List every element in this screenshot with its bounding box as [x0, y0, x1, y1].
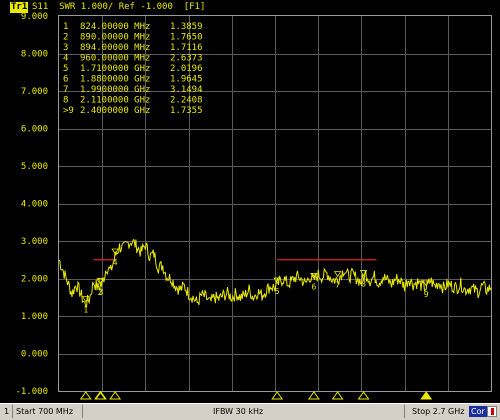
y-tick-label: 0.000 — [21, 350, 48, 360]
marker-table-freq-6: 1.8800000 GHz — [80, 75, 150, 85]
marker-table: 1 824.00000 MHz 1.3859 2 890.00000 MHz 1.7650… — [63, 22, 203, 116]
marker-table-value-9: 1.7355 — [170, 106, 203, 116]
marker-table-freq-8: 2.1100000 GHz — [80, 96, 150, 106]
channel-number[interactable]: 1 — [4, 404, 9, 419]
y-tick-label: 2.000 — [21, 275, 48, 285]
marker-table-freq-4: 960.00000 MHz — [80, 54, 150, 64]
marker-flag-6[interactable] — [307, 391, 320, 400]
marker-flag-8[interactable] — [357, 391, 370, 400]
marker-flag-4[interactable] — [109, 391, 122, 400]
start-frequency[interactable]: Start 700 MHz — [16, 404, 73, 419]
correction-badge[interactable]: Cor — [469, 406, 487, 417]
marker-table-id-5: 5 — [63, 64, 68, 74]
marker-point-label-6: 6 — [311, 282, 316, 291]
marker-flag-7[interactable] — [331, 391, 344, 400]
status-bar: 1 Start 700 MHz IFBW 30 kHz Stop 2.7 GHz… — [0, 403, 500, 420]
marker-table-value-8: 2.2408 — [170, 96, 203, 106]
marker-table-id-4: 4 — [63, 54, 68, 64]
marker-table-id-2: 2 — [63, 33, 68, 43]
y-tick-labels: 9.000 8.000 7.000 6.000 5.000 4.000 3.000 2.000… — [15, 12, 48, 397]
marker-table-freq-5: 1.7100000 GHz — [80, 64, 150, 74]
marker-table-id-9: >9 — [63, 106, 74, 116]
marker-point-7 — [333, 271, 342, 278]
stop-frequency[interactable]: Stop 2.7 GHz — [412, 404, 464, 419]
y-tick-label: -1.000 — [15, 387, 48, 397]
marker-table-freq-2: 890.00000 MHz — [80, 33, 150, 43]
y-tick-label: 1.000 — [21, 312, 48, 322]
marker-flag-1[interactable] — [79, 391, 92, 400]
marker-table-id-8: 8 — [63, 96, 68, 106]
marker-table-freq-7: 1.9900000 GHz — [80, 85, 150, 95]
marker-point-label-3: 3 — [98, 287, 103, 296]
marker-points: 123456 7 89 — [82, 248, 430, 315]
marker-flag-5[interactable] — [271, 391, 284, 400]
marker-table-value-7: 3.1494 — [170, 85, 203, 95]
marker-table-freq-1: 824.00000 MHz — [80, 22, 150, 32]
marker-point-label-9: 9 — [424, 290, 429, 299]
marker-table-id-6: 6 — [63, 75, 68, 85]
y-tick-label: 9.000 — [21, 12, 48, 22]
y-tick-label: 7.000 — [21, 87, 48, 97]
marker-table-freq-9: 2.4000000 GHz — [80, 106, 150, 116]
marker-table-freq-3: 894.00000 MHz — [80, 43, 150, 53]
y-tick-label: 3.000 — [21, 237, 48, 247]
marker-point-label-7: 7 — [335, 281, 340, 290]
marker-table-value-6: 1.9645 — [170, 75, 203, 85]
marker-point-label-5: 5 — [275, 287, 280, 296]
marker-table-value-1: 1.3859 — [170, 22, 203, 32]
marker-table-value-5: 2.0196 — [170, 64, 203, 74]
marker-table-value-4: 2.6373 — [170, 54, 203, 64]
y-tick-label: 8.000 — [21, 50, 48, 60]
marker-point-label-8: 8 — [361, 280, 366, 289]
rf-output-icon[interactable] — [487, 406, 497, 417]
y-tick-label: 5.000 — [21, 162, 48, 172]
marker-flags — [79, 391, 433, 400]
marker-table-value-2: 1.7650 — [170, 33, 203, 43]
marker-flag-9[interactable] — [420, 391, 433, 400]
y-tick-label: 6.000 — [21, 125, 48, 135]
analyzer-screen: Tr1 S11 SWR 1.000/ Ref -1.000 [F1] 9.000… — [0, 0, 500, 420]
ifbw-setting[interactable]: IFBW 30 kHz — [213, 404, 263, 419]
marker-table-id-3: 3 — [63, 43, 68, 53]
marker-point-label-1: 1 — [83, 306, 88, 315]
marker-point-label-4: 4 — [113, 258, 118, 267]
marker-table-id-7: 7 — [63, 85, 68, 95]
y-tick-label: 4.000 — [21, 200, 48, 210]
swr-chart: 9.000 8.000 7.000 6.000 5.000 4.000 3.000 2.000… — [15, 12, 492, 400]
marker-table-value-3: 1.7116 — [170, 43, 203, 53]
marker-table-id-1: 1 — [63, 22, 68, 32]
